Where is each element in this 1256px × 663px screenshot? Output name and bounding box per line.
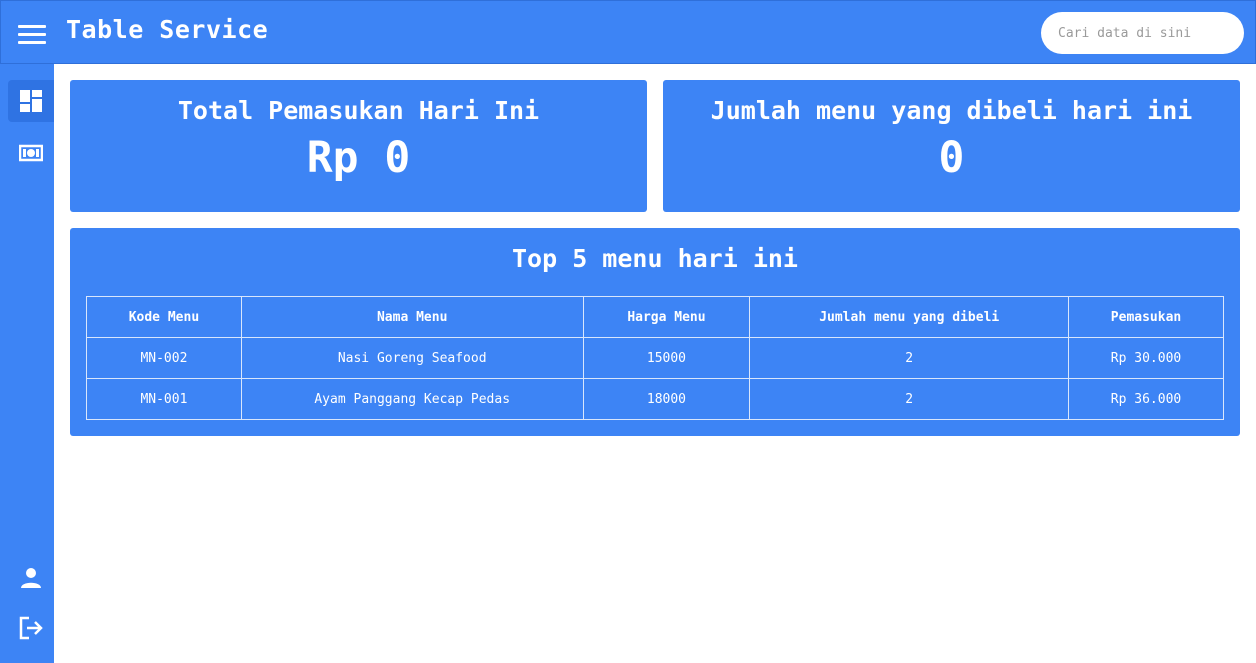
cell-jumlah: 2 (749, 337, 1070, 379)
logout-icon (19, 616, 43, 640)
menu-toggle-icon[interactable] (18, 25, 46, 45)
sidebar-item-profile[interactable] (8, 557, 54, 599)
column-header: Harga Menu (582, 296, 751, 338)
top-bar: Table Service (0, 0, 1256, 64)
top-menu-card: Top 5 menu hari ini Kode Menu Nama Menu … (70, 228, 1240, 436)
sidebar-item-payment[interactable] (8, 132, 54, 174)
income-card: Total Pemasukan Hari Ini Rp 0 (70, 80, 647, 212)
cell-harga-menu: 15000 (582, 337, 751, 379)
column-header: Nama Menu (240, 296, 584, 338)
money-icon (19, 144, 43, 162)
search-input[interactable] (1041, 12, 1244, 54)
cell-nama-menu: Ayam Panggang Kecap Pedas (240, 378, 584, 420)
top-menu-table: Kode Menu Nama Menu Harga Menu Jumlah me… (86, 296, 1224, 420)
app-title: Table Service (66, 15, 269, 44)
sidebar-item-dashboard[interactable] (8, 80, 54, 122)
menu-count-card: Jumlah menu yang dibeli hari ini 0 (663, 80, 1240, 212)
cell-pemasukan: Rp 30.000 (1068, 337, 1224, 379)
column-header: Kode Menu (86, 296, 242, 338)
dashboard-icon (20, 90, 42, 112)
income-card-value: Rp 0 (306, 133, 411, 183)
sidebar (0, 64, 54, 663)
cell-kode-menu: MN-001 (86, 378, 242, 420)
top-menu-title: Top 5 menu hari ini (512, 244, 798, 273)
table-header-row: Kode Menu Nama Menu Harga Menu Jumlah me… (86, 296, 1224, 338)
cell-kode-menu: MN-002 (86, 337, 242, 379)
income-card-title: Total Pemasukan Hari Ini (177, 96, 540, 125)
person-icon (21, 568, 41, 588)
column-header: Jumlah menu yang dibeli (749, 296, 1070, 338)
table-row: MN-002 Nasi Goreng Seafood 15000 2 Rp 30… (86, 337, 1224, 379)
table-row: MN-001 Ayam Panggang Kecap Pedas 18000 2… (86, 378, 1224, 420)
cell-jumlah: 2 (749, 378, 1070, 420)
sidebar-item-logout[interactable] (8, 607, 54, 649)
column-header: Pemasukan (1068, 296, 1224, 338)
menu-count-card-title: Jumlah menu yang dibeli hari ini (710, 96, 1193, 125)
cell-pemasukan: Rp 36.000 (1068, 378, 1224, 420)
cell-harga-menu: 18000 (582, 378, 751, 420)
cell-nama-menu: Nasi Goreng Seafood (240, 337, 584, 379)
menu-count-card-value: 0 (938, 133, 965, 183)
